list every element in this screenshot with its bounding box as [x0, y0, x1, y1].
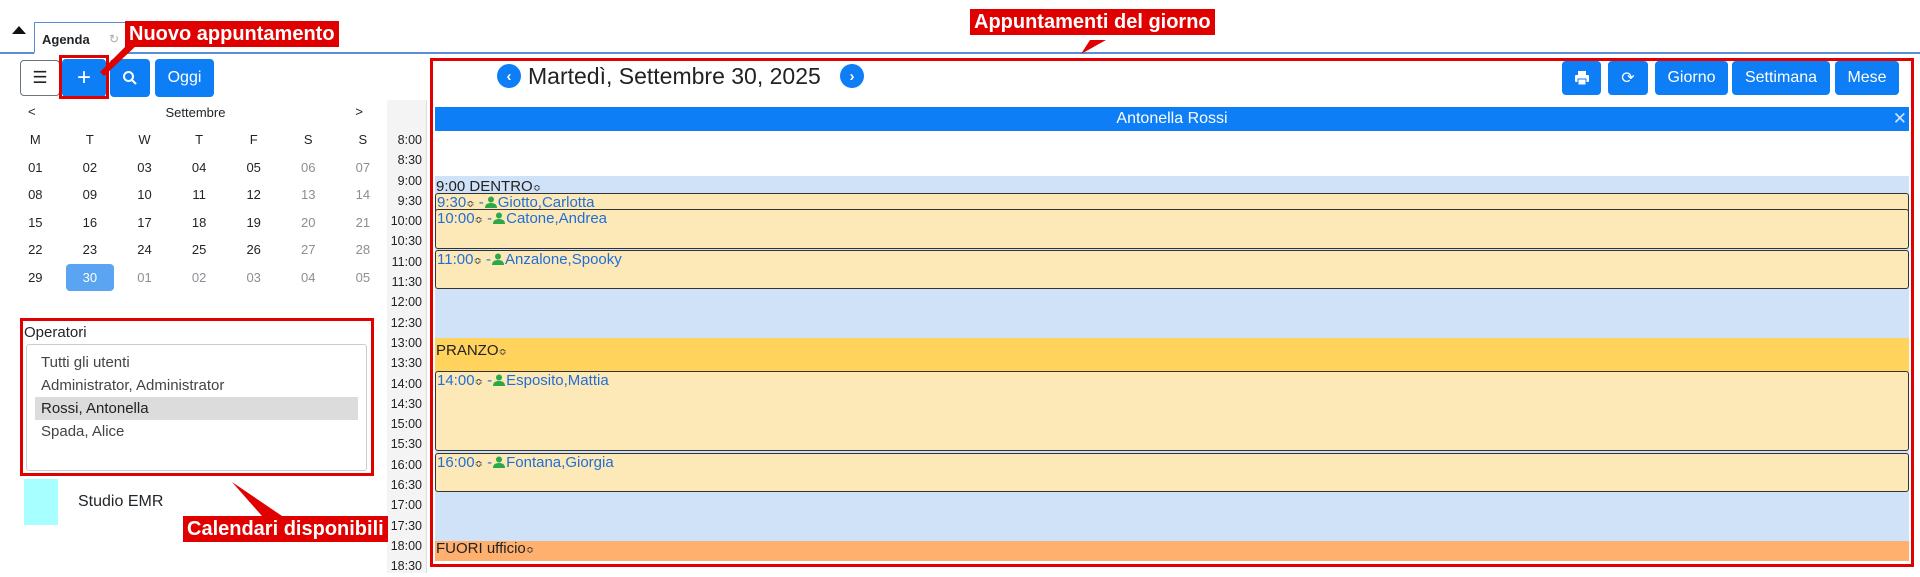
annotation-new-appointment: Nuovo appuntamento	[125, 21, 339, 47]
annotation-day-appointments: Appuntamenti del giorno	[970, 9, 1215, 35]
annotation-available-calendars: Calendari disponibili	[183, 516, 388, 542]
annotation-arrows	[100, 40, 1106, 516]
